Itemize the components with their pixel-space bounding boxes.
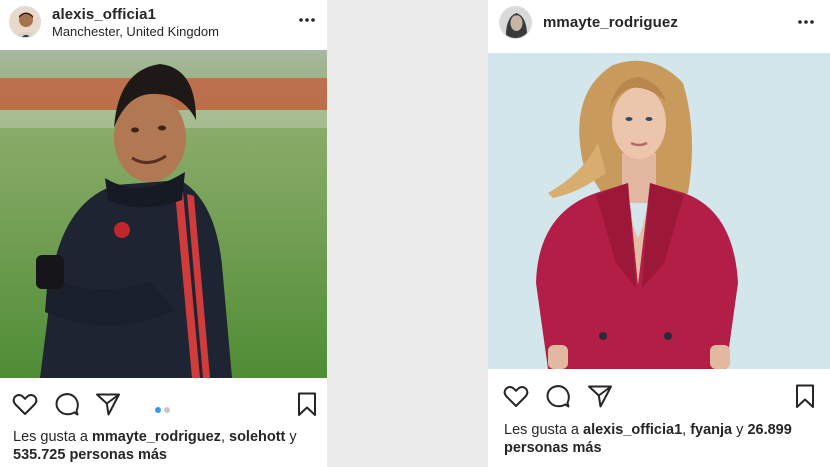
likes-prefix: Les gusta a [13,429,92,445]
post-alexis: alexis_officia1 Manchester, United Kingd… [0,0,327,467]
location[interactable]: Manchester, United Kingdom [52,24,219,39]
likes-separator: , [220,429,229,445]
likes-conjunction: y [732,422,748,438]
share-icon[interactable] [94,390,122,418]
username[interactable]: mmayte_rodriguez [543,14,678,31]
comment-icon[interactable] [544,382,572,410]
carousel-dot-active[interactable] [155,407,161,413]
liker-link[interactable]: mmayte_rodriguez [92,429,221,445]
likes-count[interactable]: 535.725 [13,447,65,463]
avatar[interactable] [499,6,532,39]
post-header: mmayte_rodriguez [488,0,830,50]
likes-conjunction: y [285,429,297,445]
post-photo[interactable] [488,53,830,369]
likes-separator: , [682,422,691,438]
post-actions [488,380,830,412]
likes-suffix[interactable]: personas más [504,440,602,456]
post-actions [0,388,327,420]
more-icon[interactable] [297,10,317,30]
bookmark-icon[interactable] [293,390,321,418]
username[interactable]: alexis_officia1 [52,6,156,23]
likes-summary: Les gusta a alexis_officia1, fyanja y 26… [504,421,792,457]
likes-summary: Les gusta a mmayte_rodriguez, solehott y… [13,428,297,464]
heart-icon[interactable] [11,390,39,418]
post-mayte: mmayte_rodriguez Les gusta a alexis_offi… [488,0,830,467]
likes-prefix: Les gusta a [504,422,583,438]
liker-link[interactable]: alexis_officia1 [583,422,682,438]
carousel-dot[interactable] [164,407,170,413]
likes-count[interactable]: 26.899 [747,422,791,438]
post-photo[interactable] [0,50,327,378]
liker-link[interactable]: solehott [229,429,285,445]
share-icon[interactable] [586,382,614,410]
liker-link[interactable]: fyanja [690,422,732,438]
post-header: alexis_officia1 Manchester, United Kingd… [0,0,327,50]
comment-icon[interactable] [53,390,81,418]
carousel-indicator [155,400,173,413]
likes-suffix[interactable]: personas más [65,447,167,463]
more-icon[interactable] [796,12,816,32]
bookmark-icon[interactable] [791,382,819,410]
heart-icon[interactable] [502,382,530,410]
avatar[interactable] [9,6,41,38]
